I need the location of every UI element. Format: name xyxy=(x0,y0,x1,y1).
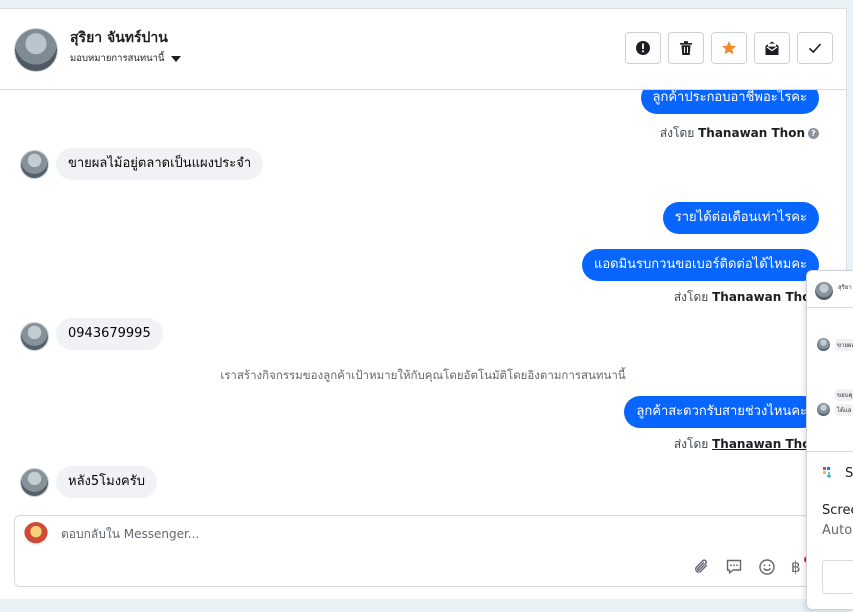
assign-conversation-label: มอบหมายการสนทนานี้ xyxy=(70,53,165,64)
paperclip-icon xyxy=(695,559,708,573)
emoji-button[interactable] xyxy=(758,558,776,576)
outgoing-message[interactable]: ลูกค้าประกอบอาชีพอะไรคะ xyxy=(640,90,819,114)
star-icon xyxy=(722,41,736,55)
popup-action-button[interactable] xyxy=(822,560,853,594)
conversation-header: สุริยา จันทร์ปาน มอบหมายการสนทนานี้ xyxy=(0,9,846,90)
reply-input[interactable] xyxy=(59,526,663,542)
envelope-icon xyxy=(765,41,779,55)
attachment-button[interactable] xyxy=(693,558,711,576)
incoming-message[interactable]: 0943679995 xyxy=(56,318,163,350)
saved-reply-icon xyxy=(726,559,742,574)
incoming-message[interactable]: หลัง5โมงครับ xyxy=(56,466,157,498)
outgoing-message[interactable]: รายได้ต่อเดือนเท่าไรคะ xyxy=(662,202,819,234)
message-thread[interactable]: ลูกค้าประกอบอาชีพอะไรคะ ส่งโดย Thanawan … xyxy=(0,90,846,515)
sent-by-prefix: ส่งโดย xyxy=(659,126,695,140)
popup-name: สุริยา จัน xyxy=(838,284,853,291)
star-button[interactable] xyxy=(711,32,747,64)
popup-message: ได้แล xyxy=(835,404,853,416)
delete-button[interactable] xyxy=(668,32,704,64)
sender-name: Thanawan Thon xyxy=(698,126,805,140)
help-icon[interactable]: ? xyxy=(808,128,819,139)
conversation-panel: สุริยา จันทร์ปาน มอบหมายการสนทนานี้ ลูกค… xyxy=(0,8,847,599)
sent-by-prefix: ส่งโดย xyxy=(673,437,709,451)
incoming-message[interactable]: ขายผลไม้อยู่ตลาดเป็นแผงประจำ xyxy=(56,148,264,180)
outgoing-message[interactable]: ลูกค้าสะดวกรับสายช่วงไหนคะ xyxy=(624,396,819,428)
popup-avatar xyxy=(815,282,833,300)
contact-avatar-small xyxy=(20,150,49,179)
popup-avatar xyxy=(817,338,830,351)
emoji-icon xyxy=(759,559,775,575)
divider xyxy=(807,307,853,308)
sent-by-label: ส่งโดย Thanawan Thon? xyxy=(660,124,819,143)
popup-avatar xyxy=(817,403,830,416)
popup-message: ขอบคุ xyxy=(835,389,853,401)
contact-avatar[interactable] xyxy=(14,28,58,72)
outgoing-message[interactable]: แอดมินรบกวนขอเบอร์ติดต่อได้ไหมคะ xyxy=(581,249,819,281)
app-logo-icon xyxy=(823,467,831,478)
assign-conversation-dropdown[interactable]: มอบหมายการสนทนานี้ xyxy=(70,51,181,66)
sent-by-prefix: ส่งโดย xyxy=(673,290,709,304)
mark-unread-button[interactable] xyxy=(754,32,790,64)
system-note: เราสร้างกิจกรรมของลูกค้าเป้าหมายให้กับคุ… xyxy=(220,368,626,382)
popup-line-1: Scree xyxy=(822,503,853,518)
mark-done-button[interactable] xyxy=(797,32,833,64)
caret-down-icon xyxy=(170,55,181,62)
exclamation-circle-icon xyxy=(636,41,650,55)
popup-title: S xyxy=(845,466,853,481)
popup-message: ขายผลไ xyxy=(835,339,853,351)
popup-line-2: Auto xyxy=(822,523,853,538)
checkmark-icon xyxy=(808,43,822,54)
floating-notification-panel[interactable]: สุริยา จัน ขายผลไ ขอบคุ ได้แล S Scree Au… xyxy=(806,270,853,610)
sender-name-link[interactable]: Thanawan Thon xyxy=(712,437,819,451)
sent-by-label: ส่งโดย Thanawan Thon xyxy=(674,435,819,454)
contact-avatar-small xyxy=(20,468,49,497)
saved-reply-button[interactable] xyxy=(725,558,743,576)
page-avatar xyxy=(24,522,48,546)
reply-composer: ฿ xyxy=(14,515,834,587)
sender-name: Thanawan Thon xyxy=(712,290,819,304)
divider xyxy=(807,451,853,452)
contact-name[interactable]: สุริยา จันทร์ปาน xyxy=(70,27,168,49)
report-button[interactable] xyxy=(625,32,661,64)
sent-by-label: ส่งโดย Thanawan Thon xyxy=(674,288,819,307)
trash-icon xyxy=(680,41,692,55)
payment-button[interactable]: ฿ xyxy=(791,558,801,576)
contact-avatar-small xyxy=(20,322,49,351)
